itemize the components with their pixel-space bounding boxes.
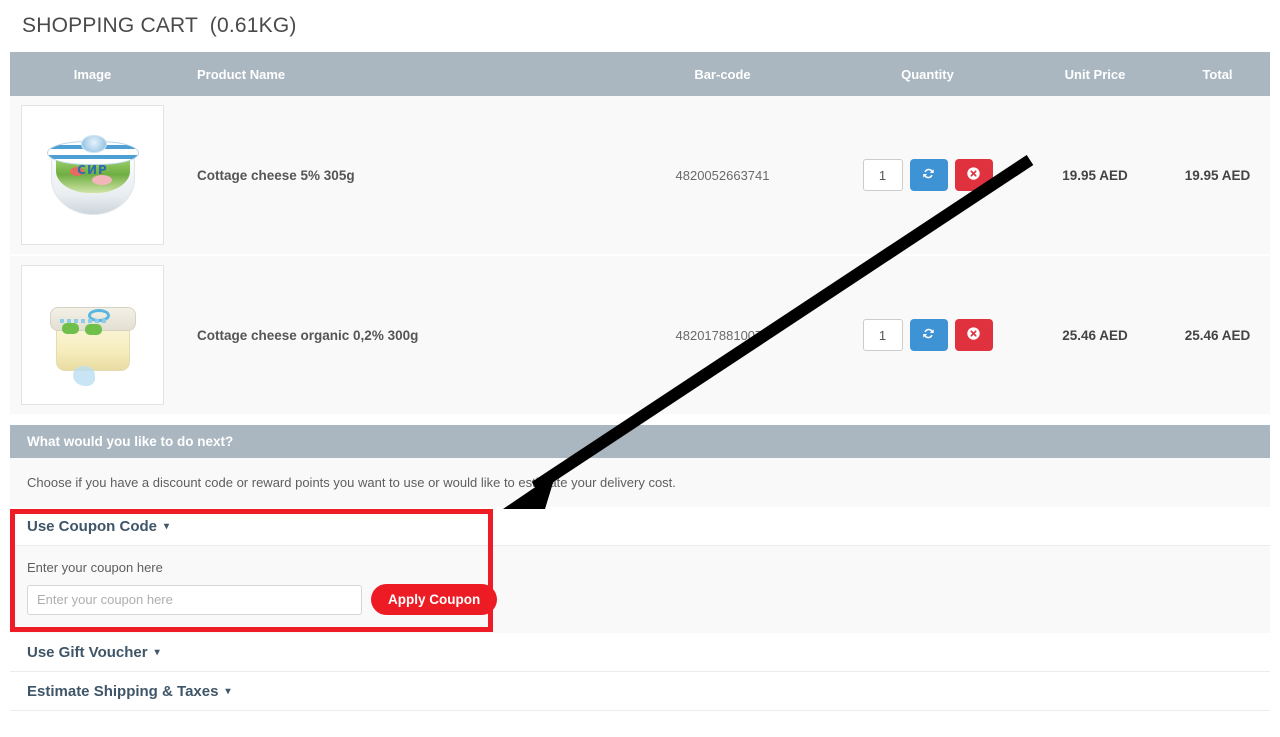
accordion-header-gift-voucher[interactable]: Use Gift Voucher ▾ — [10, 633, 1270, 672]
quantity-input[interactable] — [862, 319, 903, 351]
cart-table: Image Product Name Bar-code Quantity Uni… — [10, 52, 1270, 416]
column-header-barcode: Bar-code — [694, 66, 751, 82]
accordion-title-coupon: Use Coupon Code — [27, 517, 157, 535]
coupon-field-label: Enter your coupon here — [27, 560, 163, 575]
product-name: Cottage cheese 5% 305g — [197, 167, 355, 183]
cottage-cheese-round-tub-icon: СИР — [45, 133, 141, 217]
accordion-header-shipping[interactable]: Estimate Shipping & Taxes ▾ — [10, 672, 1270, 711]
update-quantity-button[interactable] — [909, 159, 948, 191]
remove-circle-icon — [966, 326, 981, 344]
product-name: Cottage cheese organic 0,2% 300g — [197, 327, 419, 343]
product-thumbnail — [21, 265, 164, 405]
quantity-cell — [830, 159, 1025, 191]
accordion-header-coupon[interactable]: Use Coupon Code ▾ — [10, 507, 1270, 546]
table-row: СИР Cottage cheese 5% 305g 4820052663741 — [10, 96, 1270, 256]
accordion-title-shipping: Estimate Shipping & Taxes — [27, 682, 219, 700]
update-quantity-button[interactable] — [909, 319, 948, 351]
row-total: 25.46 AED — [1184, 327, 1251, 343]
chevron-down-icon: ▾ — [164, 520, 170, 532]
refresh-icon — [921, 326, 936, 344]
table-header-row: Image Product Name Bar-code Quantity Uni… — [10, 52, 1270, 96]
next-steps-heading: What would you like to do next? — [10, 425, 1270, 458]
quantity-input[interactable] — [862, 159, 903, 191]
product-image-cell: СИР — [10, 105, 175, 245]
remove-circle-icon — [966, 166, 981, 184]
next-steps-description: Choose if you have a discount code or re… — [10, 458, 1270, 507]
cart-options-accordion: Use Coupon Code ▾ Enter your coupon here… — [10, 507, 1270, 711]
product-image-cell — [10, 265, 175, 405]
remove-item-button[interactable] — [954, 159, 993, 191]
coupon-panel: Enter your coupon here Apply Coupon — [10, 546, 1270, 633]
column-header-product-name: Product Name — [197, 66, 286, 82]
unit-price: 25.46 AED — [1062, 327, 1128, 343]
quantity-cell — [830, 319, 1025, 351]
refresh-icon — [921, 166, 936, 184]
chevron-down-icon: ▾ — [225, 685, 231, 697]
unit-price: 19.95 AED — [1062, 167, 1128, 183]
product-thumbnail: СИР — [21, 105, 164, 245]
product-barcode: 4820052663741 — [675, 167, 770, 183]
column-header-image: Image — [73, 66, 112, 82]
cottage-cheese-square-tub-icon — [46, 295, 140, 386]
table-row: Cottage cheese organic 0,2% 300g 4820178… — [10, 256, 1270, 416]
accordion-title-gift-voucher: Use Gift Voucher — [27, 643, 148, 661]
remove-item-button[interactable] — [954, 319, 993, 351]
page-title: SHOPPING CART (0.61KG) — [22, 14, 297, 37]
column-header-total: Total — [1202, 66, 1233, 82]
column-header-unit-price: Unit Price — [1064, 66, 1126, 82]
apply-coupon-button[interactable]: Apply Coupon — [371, 584, 498, 615]
product-barcode: 4820178810074 — [675, 327, 770, 343]
column-header-quantity: Quantity — [901, 66, 954, 82]
chevron-down-icon: ▾ — [154, 646, 160, 658]
coupon-input[interactable] — [27, 584, 362, 615]
row-total: 19.95 AED — [1184, 167, 1251, 183]
shopping-cart-page: SHOPPING CART (0.61KG) Image Product Nam… — [0, 0, 1280, 737]
